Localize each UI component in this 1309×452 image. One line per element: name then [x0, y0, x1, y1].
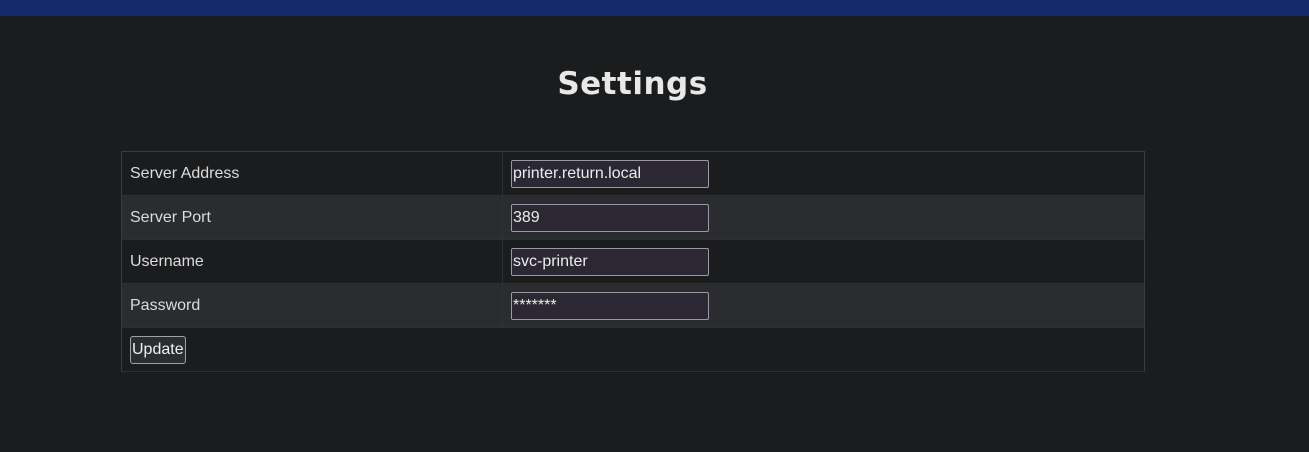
- top-nav-bar: [0, 0, 1309, 16]
- submit-cell: Update: [121, 327, 1145, 372]
- server-address-row: Server Address: [121, 151, 1145, 196]
- server-port-value-cell: [502, 195, 1145, 240]
- username-value-cell: [502, 239, 1145, 284]
- username-label: Username: [121, 239, 503, 284]
- password-input[interactable]: [511, 291, 709, 320]
- password-value-cell: [502, 283, 1145, 328]
- server-address-input[interactable]: [511, 159, 709, 188]
- page-title: Settings: [557, 66, 708, 102]
- settings-form-table: Server Address Server Port Username Pass…: [121, 151, 1145, 372]
- password-label: Password: [121, 283, 503, 328]
- password-row: Password: [121, 283, 1145, 328]
- username-input[interactable]: [511, 247, 709, 276]
- submit-row: Update: [121, 327, 1145, 372]
- server-address-value-cell: [502, 151, 1145, 196]
- server-port-input[interactable]: [511, 203, 709, 232]
- update-button[interactable]: Update: [130, 335, 186, 364]
- server-address-label: Server Address: [121, 151, 503, 196]
- server-port-label: Server Port: [121, 195, 503, 240]
- username-row: Username: [121, 239, 1145, 284]
- server-port-row: Server Port: [121, 195, 1145, 240]
